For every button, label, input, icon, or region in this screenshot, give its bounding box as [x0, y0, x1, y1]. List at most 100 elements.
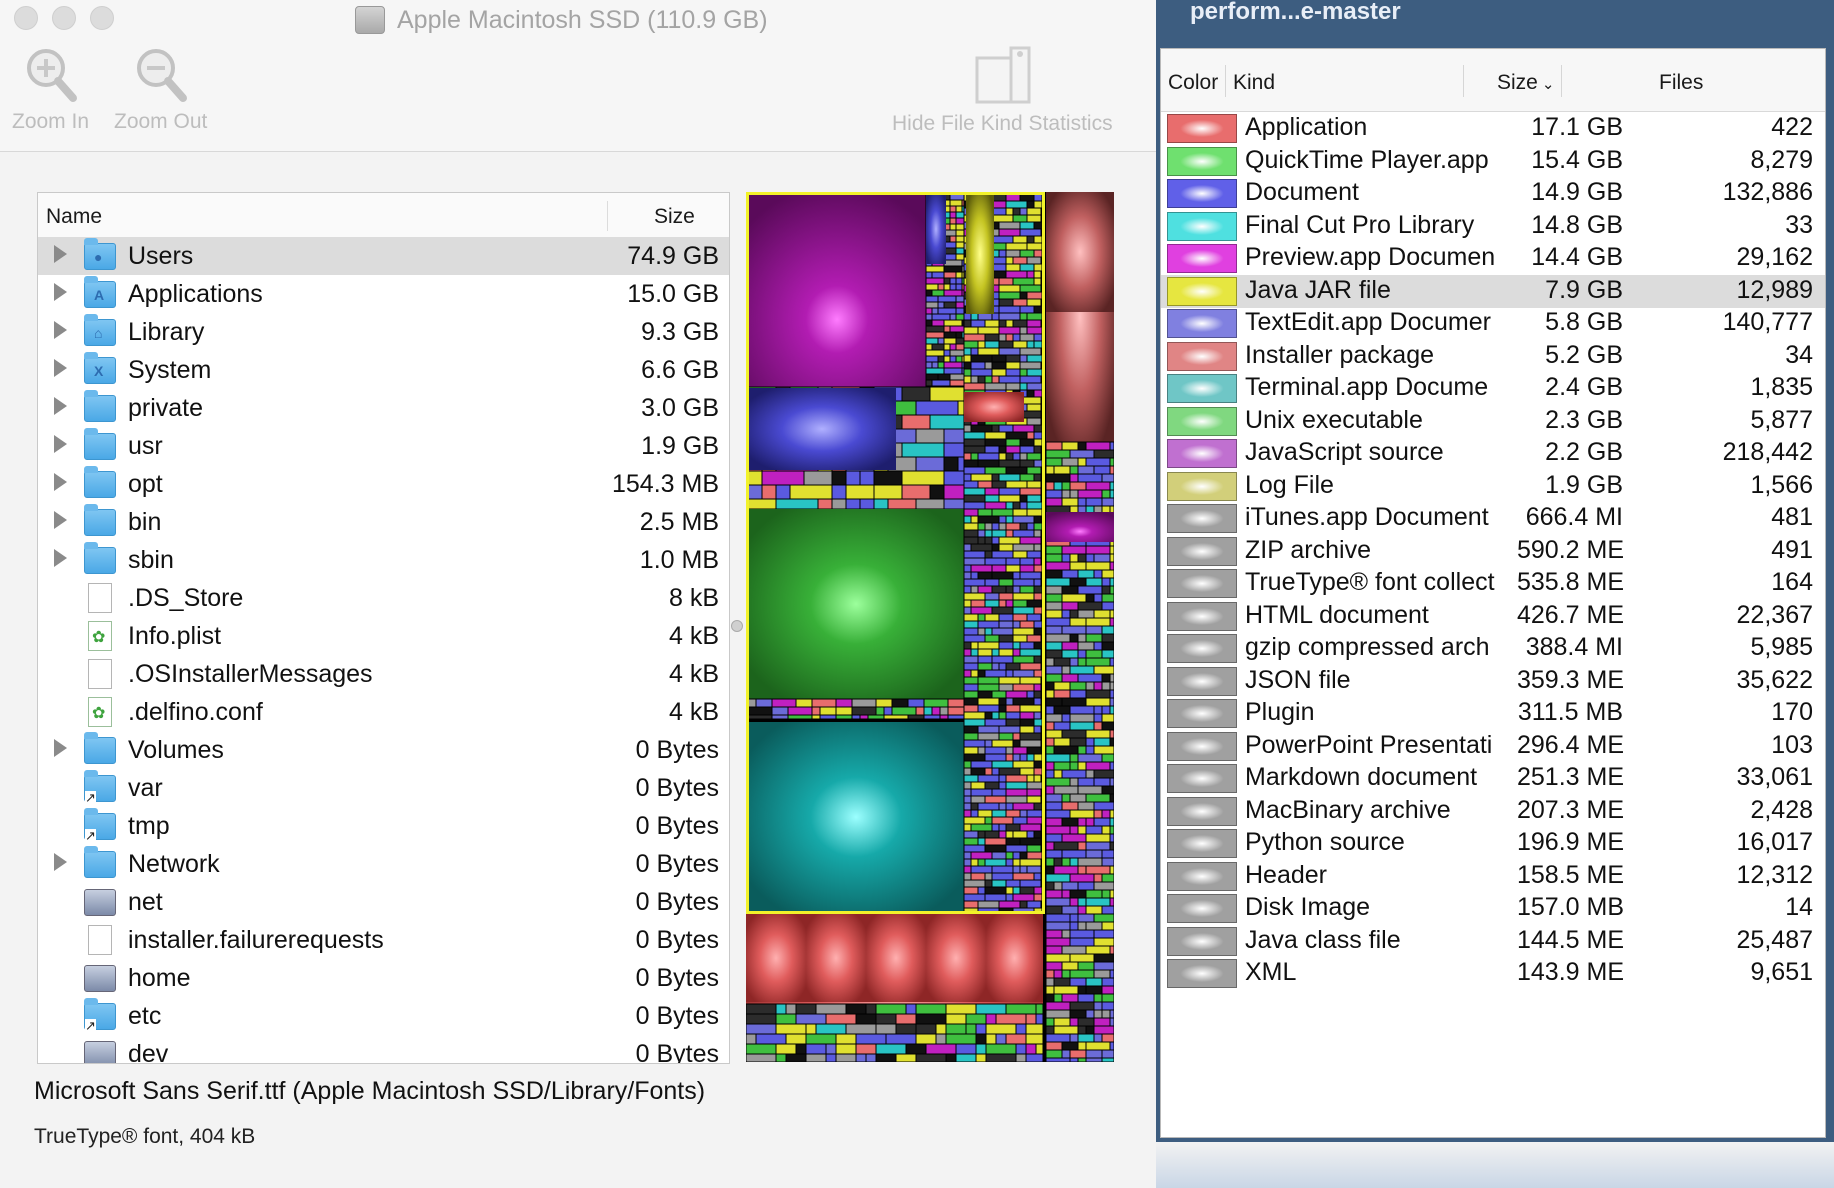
- treemap-file-block[interactable]: [1012, 578, 1035, 587]
- treemap-file-block[interactable]: [1077, 657, 1087, 667]
- treemap-file-block[interactable]: [949, 223, 957, 231]
- treemap-file-block[interactable]: [1093, 769, 1114, 779]
- treemap-file-block[interactable]: [1045, 729, 1063, 739]
- treemap-file-block[interactable]: [1109, 817, 1114, 827]
- treemap-file-block[interactable]: [1026, 788, 1042, 797]
- file-kind-row[interactable]: TextEdit.app Documer 5.8 GB 140,777: [1161, 307, 1825, 340]
- treemap-file-block[interactable]: [1005, 697, 1014, 706]
- treemap-file-block[interactable]: [891, 706, 917, 716]
- treemap-file-block[interactable]: [1061, 817, 1079, 827]
- treemap-file-block[interactable]: [1033, 683, 1042, 692]
- treemap-file-block[interactable]: [795, 1003, 817, 1015]
- treemap-file-block[interactable]: [1109, 457, 1114, 467]
- treemap-file-block[interactable]: [984, 438, 1007, 447]
- treemap-file-block[interactable]: [925, 373, 939, 381]
- treemap-file-block[interactable]: [1005, 704, 1021, 713]
- treemap-file-block[interactable]: [901, 484, 931, 500]
- treemap-file-block[interactable]: [1045, 1009, 1071, 1019]
- treemap-file-block[interactable]: [925, 277, 945, 285]
- treemap-file-block[interactable]: [1033, 872, 1042, 881]
- treemap-file-block[interactable]: [963, 452, 972, 461]
- treemap-file-block[interactable]: [977, 886, 986, 895]
- treemap-file-block[interactable]: [977, 613, 986, 622]
- treemap-file-block[interactable]: [977, 648, 993, 657]
- treemap-file-block[interactable]: [1040, 487, 1043, 496]
- treemap-file-block[interactable]: [1069, 1001, 1095, 1011]
- treemap-file-block[interactable]: [1077, 753, 1103, 763]
- treemap-file-block[interactable]: [998, 683, 1014, 692]
- treemap-file-block[interactable]: [963, 802, 972, 811]
- treemap-file-block[interactable]: [1109, 729, 1114, 739]
- treemap-file-block[interactable]: [1053, 737, 1071, 747]
- treemap-file-block[interactable]: [1045, 617, 1071, 627]
- treemap-file-block[interactable]: [949, 211, 957, 219]
- treemap-file-block[interactable]: [963, 592, 986, 601]
- treemap-file-block[interactable]: [1085, 649, 1103, 659]
- treemap-file-block[interactable]: [1026, 550, 1042, 559]
- treemap-file-block[interactable]: [1019, 305, 1035, 314]
- treemap-file-block[interactable]: [970, 802, 979, 811]
- treemap-file-block[interactable]: [943, 456, 959, 472]
- treemap-file-block[interactable]: [1019, 207, 1028, 216]
- treemap-file-block[interactable]: [1077, 865, 1087, 875]
- disclosure-triangle-icon[interactable]: [54, 283, 67, 301]
- treemap-file-block[interactable]: [984, 879, 993, 888]
- treemap-file-block[interactable]: [998, 830, 1007, 839]
- treemap-file-block[interactable]: [977, 725, 1000, 734]
- treemap-file-block[interactable]: [1045, 873, 1071, 883]
- treemap-file-block[interactable]: [1045, 633, 1071, 643]
- treemap-file-block[interactable]: [937, 301, 945, 309]
- treemap-file-block[interactable]: [1085, 633, 1103, 643]
- treemap-file-block[interactable]: [1077, 441, 1087, 451]
- treemap-file-block[interactable]: [1019, 620, 1035, 629]
- treemap-file-block[interactable]: [963, 858, 972, 867]
- treemap-file-block[interactable]: [963, 508, 979, 517]
- treemap-file-block[interactable]: [1085, 457, 1111, 467]
- treemap-file-block[interactable]: [955, 235, 965, 243]
- treemap-file-block[interactable]: [984, 753, 1007, 762]
- treemap-file-block[interactable]: [1069, 553, 1079, 563]
- treemap-file-block[interactable]: [1085, 657, 1111, 667]
- treemap-file-block[interactable]: [851, 698, 877, 708]
- treemap-file-block[interactable]: [1040, 536, 1043, 545]
- treemap-file-block[interactable]: [1019, 536, 1042, 545]
- treemap-file-block[interactable]: [1085, 825, 1103, 835]
- treemap-file-block[interactable]: [998, 305, 1021, 314]
- treemap-file-block[interactable]: [984, 893, 1007, 902]
- treemap-file-block[interactable]: [991, 767, 1000, 776]
- treemap-file-block[interactable]: [991, 571, 1014, 580]
- treemap-file-block[interactable]: [1005, 809, 1021, 818]
- treemap-file-block[interactable]: [1061, 945, 1087, 955]
- treemap-file-block[interactable]: [998, 648, 1014, 657]
- treemap-file-block[interactable]: [937, 361, 945, 369]
- treemap-block-application[interactable]: [806, 914, 866, 1002]
- treemap-file-block[interactable]: [1069, 489, 1079, 499]
- file-row[interactable]: ⌂ Library 9.3 GB: [38, 313, 729, 351]
- treemap-file-block[interactable]: [1085, 689, 1111, 699]
- treemap-file-block[interactable]: [1025, 1043, 1037, 1055]
- treemap-file-block[interactable]: [963, 732, 979, 741]
- treemap-file-block[interactable]: [1026, 389, 1035, 398]
- treemap-file-block[interactable]: [875, 1043, 907, 1055]
- treemap-file-block[interactable]: [1109, 673, 1114, 683]
- treemap-file-block[interactable]: [1053, 681, 1071, 691]
- treemap-file-block[interactable]: [1026, 613, 1042, 622]
- treemap-file-block[interactable]: [1012, 732, 1021, 741]
- treemap-file-block[interactable]: [955, 283, 963, 291]
- treemap-file-block[interactable]: [1069, 665, 1095, 675]
- treemap-file-block[interactable]: [1012, 865, 1021, 874]
- treemap-file-block[interactable]: [1033, 655, 1042, 664]
- treemap-file-block[interactable]: [1045, 1057, 1071, 1062]
- treemap-file-block[interactable]: [963, 851, 972, 860]
- treemap-file-block[interactable]: [1069, 465, 1079, 475]
- treemap-file-block[interactable]: [1040, 494, 1043, 503]
- treemap-file-block[interactable]: [859, 498, 875, 510]
- treemap-file-block[interactable]: [787, 714, 813, 720]
- treemap-file-block[interactable]: [925, 379, 933, 387]
- treemap-file-block[interactable]: [1109, 577, 1114, 587]
- treemap-file-block[interactable]: [1109, 489, 1114, 499]
- treemap-file-block[interactable]: [1040, 676, 1043, 685]
- treemap-file-block[interactable]: [949, 313, 957, 321]
- treemap-file-block[interactable]: [991, 522, 1000, 531]
- treemap-file-block[interactable]: [970, 781, 986, 790]
